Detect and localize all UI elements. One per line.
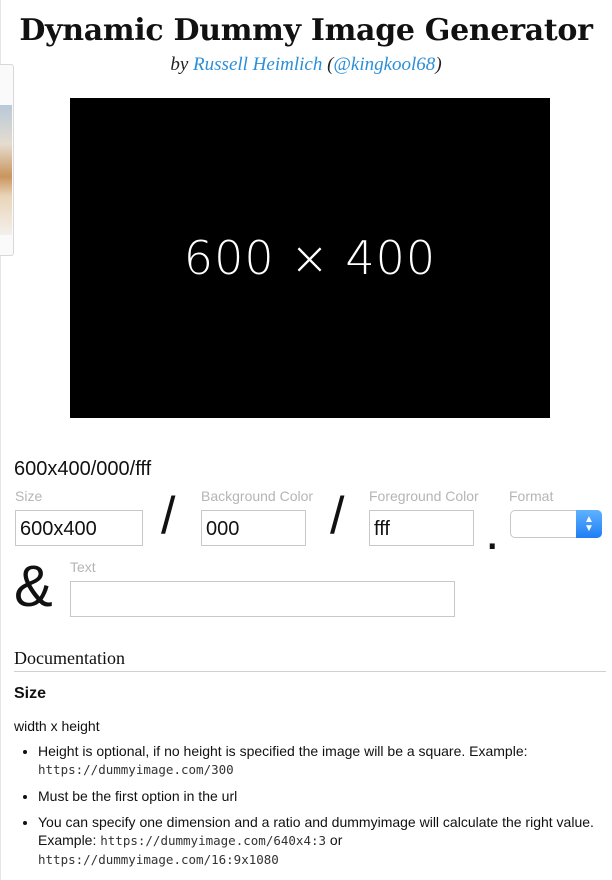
size-doc-list: Height is optional, if no height is spec… (14, 742, 612, 877)
example-url: https://dummyimage.com/300 (38, 762, 234, 777)
dot-separator: . (485, 503, 500, 561)
page: Dynamic Dummy Image Generator by Russell… (0, 0, 612, 880)
ampersand-separator: & (14, 554, 53, 619)
close-paren: ) (435, 54, 442, 75)
list-item-text: Must be the first option in the url (38, 788, 238, 804)
size-label: Size (15, 488, 43, 504)
size-input[interactable] (15, 510, 143, 546)
byline-prefix: by (170, 54, 189, 75)
preview-dimensions-text: 600 × 400 (183, 231, 437, 285)
slash-separator-1: / (161, 487, 176, 545)
text-input[interactable] (70, 581, 455, 617)
background-color-label: Background Color (201, 488, 314, 504)
example-url: https://dummyimage.com/16:9x1080 (38, 852, 279, 867)
format-select[interactable]: ▲ ▼ (510, 510, 602, 538)
byline: by Russell Heimlich (@kingkool68) (0, 54, 612, 76)
example-url: https://dummyimage.com/640x4:3 (100, 833, 327, 848)
slash-separator-2: / (330, 487, 345, 545)
foreground-color-input[interactable] (369, 510, 474, 546)
list-item-text: Height is optional, if no height is spec… (38, 743, 528, 759)
list-item: Must be the first option in the url (38, 787, 612, 805)
thumbnail-image (0, 105, 12, 235)
author-handle-link[interactable]: @kingkool68 (333, 54, 435, 75)
text-label: Text (70, 559, 96, 575)
background-color-input[interactable] (201, 510, 306, 546)
offscreen-panel[interactable] (0, 64, 14, 256)
documentation-heading: Documentation (14, 648, 606, 672)
page-title: Dynamic Dummy Image Generator (19, 13, 593, 48)
dummy-image-preview: 600 × 400 (70, 98, 550, 418)
list-item: You can specify one dimension and a rati… (38, 813, 612, 869)
author-link[interactable]: Russell Heimlich (193, 54, 322, 75)
format-label: Format (509, 488, 554, 504)
generated-url: 600x400/000/fff (14, 458, 152, 480)
list-item: Height is optional, if no height is spec… (38, 742, 612, 779)
size-section-title: Size (14, 685, 47, 702)
foreground-color-label: Foreground Color (369, 488, 479, 504)
or-text: or (329, 832, 343, 848)
size-section-lead: width x height (14, 718, 100, 734)
select-arrows-icon: ▲ ▼ (576, 510, 602, 538)
